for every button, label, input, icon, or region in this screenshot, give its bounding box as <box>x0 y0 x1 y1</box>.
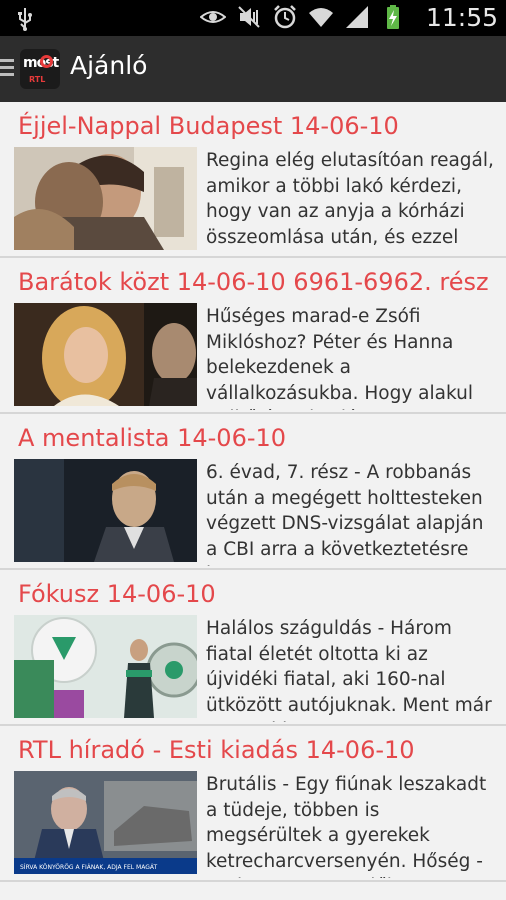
list-item[interactable]: Barátok közt 14-06-10 6961-6962. rész Hű… <box>0 258 506 414</box>
item-thumbnail <box>14 615 197 718</box>
drawer-menu-icon[interactable] <box>0 59 14 77</box>
item-description: Hűséges marad-e Zsófi Miklóshoz? Péter é… <box>206 306 474 410</box>
item-description: 6. évad, 7. rész - A robbanás után a meg… <box>206 462 484 566</box>
item-description: Halálos száguldás - Három fiatal életét … <box>206 618 492 722</box>
page-title: Ajánló <box>70 51 148 80</box>
logo-text-bottom: RTL <box>29 75 46 84</box>
signal-icon <box>344 4 370 30</box>
eye-icon <box>200 4 226 30</box>
item-title: RTL híradó - Esti kiadás 14-06-10 <box>18 736 415 764</box>
logo-power-icon <box>40 55 53 68</box>
list-item[interactable]: Fókusz 14-06-10 Halálos száguldás - Háro… <box>0 570 506 726</box>
item-thumbnail <box>14 459 197 562</box>
usb-icon <box>12 6 38 32</box>
status-bar: 11:55 <box>0 0 506 36</box>
item-title: Éjjel-Nappal Budapest 14-06-10 <box>18 112 399 140</box>
battery-charging-icon <box>380 4 406 30</box>
item-thumbnail <box>14 303 197 406</box>
list-item[interactable] <box>0 882 506 900</box>
item-description: Regina elég elutasítóan reagál, amikor a… <box>206 150 494 248</box>
item-thumbnail: SÍRVA KÖNYÖRÖG A FIÁNAK, ADJA FEL MAGÁT <box>14 771 197 874</box>
list-item[interactable]: A mentalista 14-06-10 6. évad, 7. rész -… <box>0 414 506 570</box>
item-title: Fókusz 14-06-10 <box>18 580 216 608</box>
wifi-icon <box>308 4 334 30</box>
action-bar: most RTL Ajánló <box>0 36 506 102</box>
recommendation-list: Éjjel-Nappal Budapest 14-06-10 Regina el… <box>0 102 506 900</box>
mute-icon <box>236 4 262 30</box>
list-item[interactable]: Éjjel-Nappal Budapest 14-06-10 Regina el… <box>0 102 506 258</box>
item-title: A mentalista 14-06-10 <box>18 424 287 452</box>
thumb-caption: SÍRVA KÖNYÖRÖG A FIÁNAK, ADJA FEL MAGÁT <box>20 864 158 871</box>
clock: 11:55 <box>425 3 498 32</box>
item-title: Barátok közt 14-06-10 6961-6962. rész <box>18 268 489 296</box>
item-thumbnail <box>14 147 197 250</box>
list-item[interactable]: RTL híradó - Esti kiadás 14-06-10 SÍRVA … <box>0 726 506 882</box>
app-logo[interactable]: most RTL <box>20 49 60 89</box>
item-description: Brutális - Egy fiúnak leszakadt a tüdeje… <box>206 774 487 878</box>
alarm-icon <box>272 4 298 30</box>
